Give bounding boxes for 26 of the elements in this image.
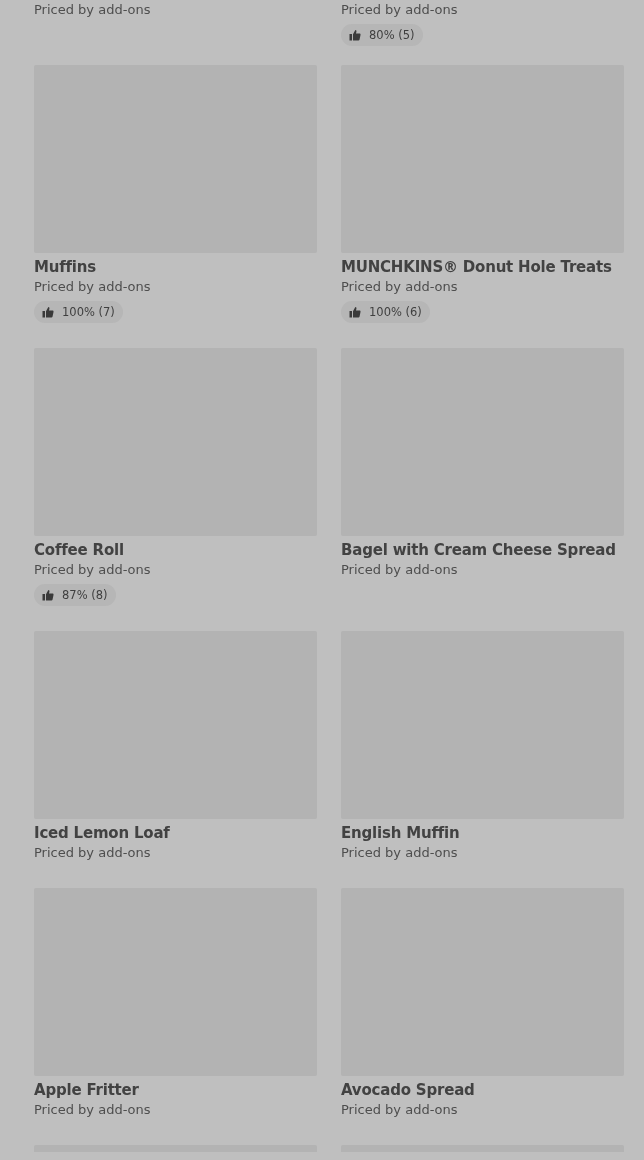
item-name[interactable]: Coffee Roll	[34, 540, 124, 560]
item-name[interactable]: Iced Lemon Loaf	[34, 823, 170, 843]
item-name[interactable]: English Muffin	[341, 823, 460, 843]
thumbs-up-icon	[42, 306, 54, 318]
item-name[interactable]: Muffins	[34, 257, 96, 277]
price-text: Priced by add-ons	[341, 844, 458, 862]
rating-badge: 87% (8)	[34, 584, 116, 606]
item-name[interactable]: Avocado Spread	[341, 1080, 475, 1100]
thumbs-up-icon	[42, 589, 54, 601]
price-text: Priced by add-ons	[341, 278, 458, 296]
item-name[interactable]: Apple Fritter	[34, 1080, 139, 1100]
price-text: Priced by add-ons	[341, 1101, 458, 1119]
rating-badge: 100% (6)	[341, 301, 430, 323]
price-text: Priced by add-ons	[34, 844, 151, 862]
price-text: Priced by add-ons	[341, 561, 458, 579]
rating-badge: 80% (5)	[341, 24, 423, 46]
price-text: Priced by add-ons	[341, 1, 458, 19]
thumbs-up-icon	[349, 29, 361, 41]
price-text: Priced by add-ons	[34, 561, 151, 579]
price-text: Priced by add-ons	[34, 1, 151, 19]
rating-badge: 100% (7)	[34, 301, 123, 323]
thumbs-up-icon	[349, 306, 361, 318]
price-text: Priced by add-ons	[34, 278, 151, 296]
item-name[interactable]: Bagel with Cream Cheese Spread	[341, 540, 616, 560]
price-text: Priced by add-ons	[34, 1101, 151, 1119]
item-name[interactable]: MUNCHKINS® Donut Hole Treats	[341, 257, 612, 277]
